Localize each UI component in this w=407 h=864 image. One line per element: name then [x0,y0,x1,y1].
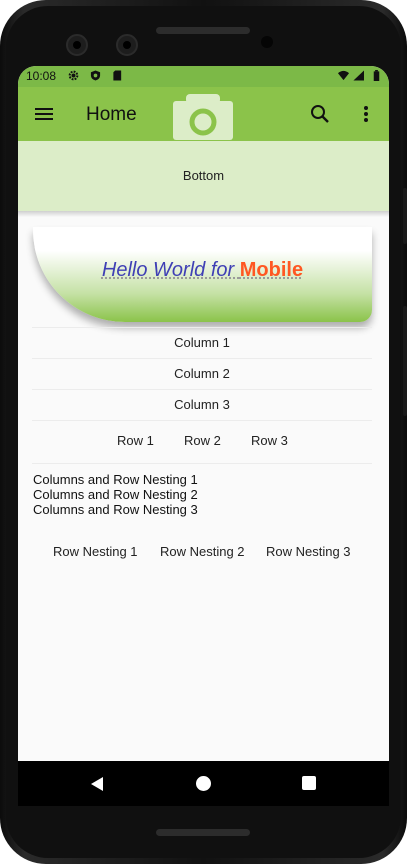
divider [32,463,372,464]
nesting-column: Columns and Row Nesting 1 Columns and Ro… [33,472,198,517]
row-item: Row 3 [251,433,288,448]
bottom-area: Bottom [18,141,389,211]
camera-icon[interactable] [173,94,233,140]
navigation-bar [18,761,389,806]
home-icon[interactable] [196,776,211,791]
page-title: Home [86,104,137,125]
search-icon[interactable] [308,102,332,126]
column-item: Column 3 [32,389,372,421]
bottom-speaker [156,829,250,836]
proximity-sensor-icon [261,36,273,48]
hello-text-part: Hello World for [101,259,240,281]
column-list: Column 1 Column 2 Column 3 [32,327,372,421]
row-nesting-item: Row Nesting 1 [53,544,138,559]
gear-icon [68,70,79,81]
row-item: Row 2 [184,433,221,448]
battery-icon [373,70,380,81]
nesting-column-item: Columns and Row Nesting 1 [33,472,198,487]
nesting-column-item: Columns and Row Nesting 2 [33,487,198,502]
hello-card: Hello World for Mobile [33,227,372,322]
column-item: Column 2 [32,358,372,389]
hello-text: Hello World for Mobile [33,259,372,282]
back-icon[interactable] [90,776,104,792]
more-vert-icon[interactable] [354,102,378,126]
hello-text-highlight: Mobile [239,259,304,281]
row-list: Row 1 Row 2 Row 3 [32,429,372,453]
row-nesting-item: Row Nesting 2 [160,544,245,559]
app-screen: 10:08 Home Bottom Hello World for Mobile… [18,66,389,806]
nesting-column-item: Columns and Row Nesting 3 [33,502,198,517]
menu-icon[interactable] [32,102,56,126]
signal-icon [353,70,364,81]
power-button[interactable] [403,188,407,244]
column-item: Column 1 [32,327,372,358]
bottom-area-shadow [18,211,389,217]
row-nesting: Row Nesting 1 Row Nesting 2 Row Nesting … [32,544,372,564]
row-item: Row 1 [117,433,154,448]
earpiece-speaker [156,27,250,34]
sim-card-icon [113,70,122,81]
volume-button[interactable] [403,306,407,416]
recents-icon[interactable] [302,776,316,790]
wifi-icon [338,70,349,81]
status-bar: 10:08 [18,66,389,87]
status-time: 10:08 [26,69,57,83]
shield-icon [90,70,101,81]
bottom-label: Bottom [182,168,225,183]
front-camera-icon [66,34,88,56]
row-nesting-item: Row Nesting 3 [266,544,351,559]
front-sensor-icon [116,34,138,56]
